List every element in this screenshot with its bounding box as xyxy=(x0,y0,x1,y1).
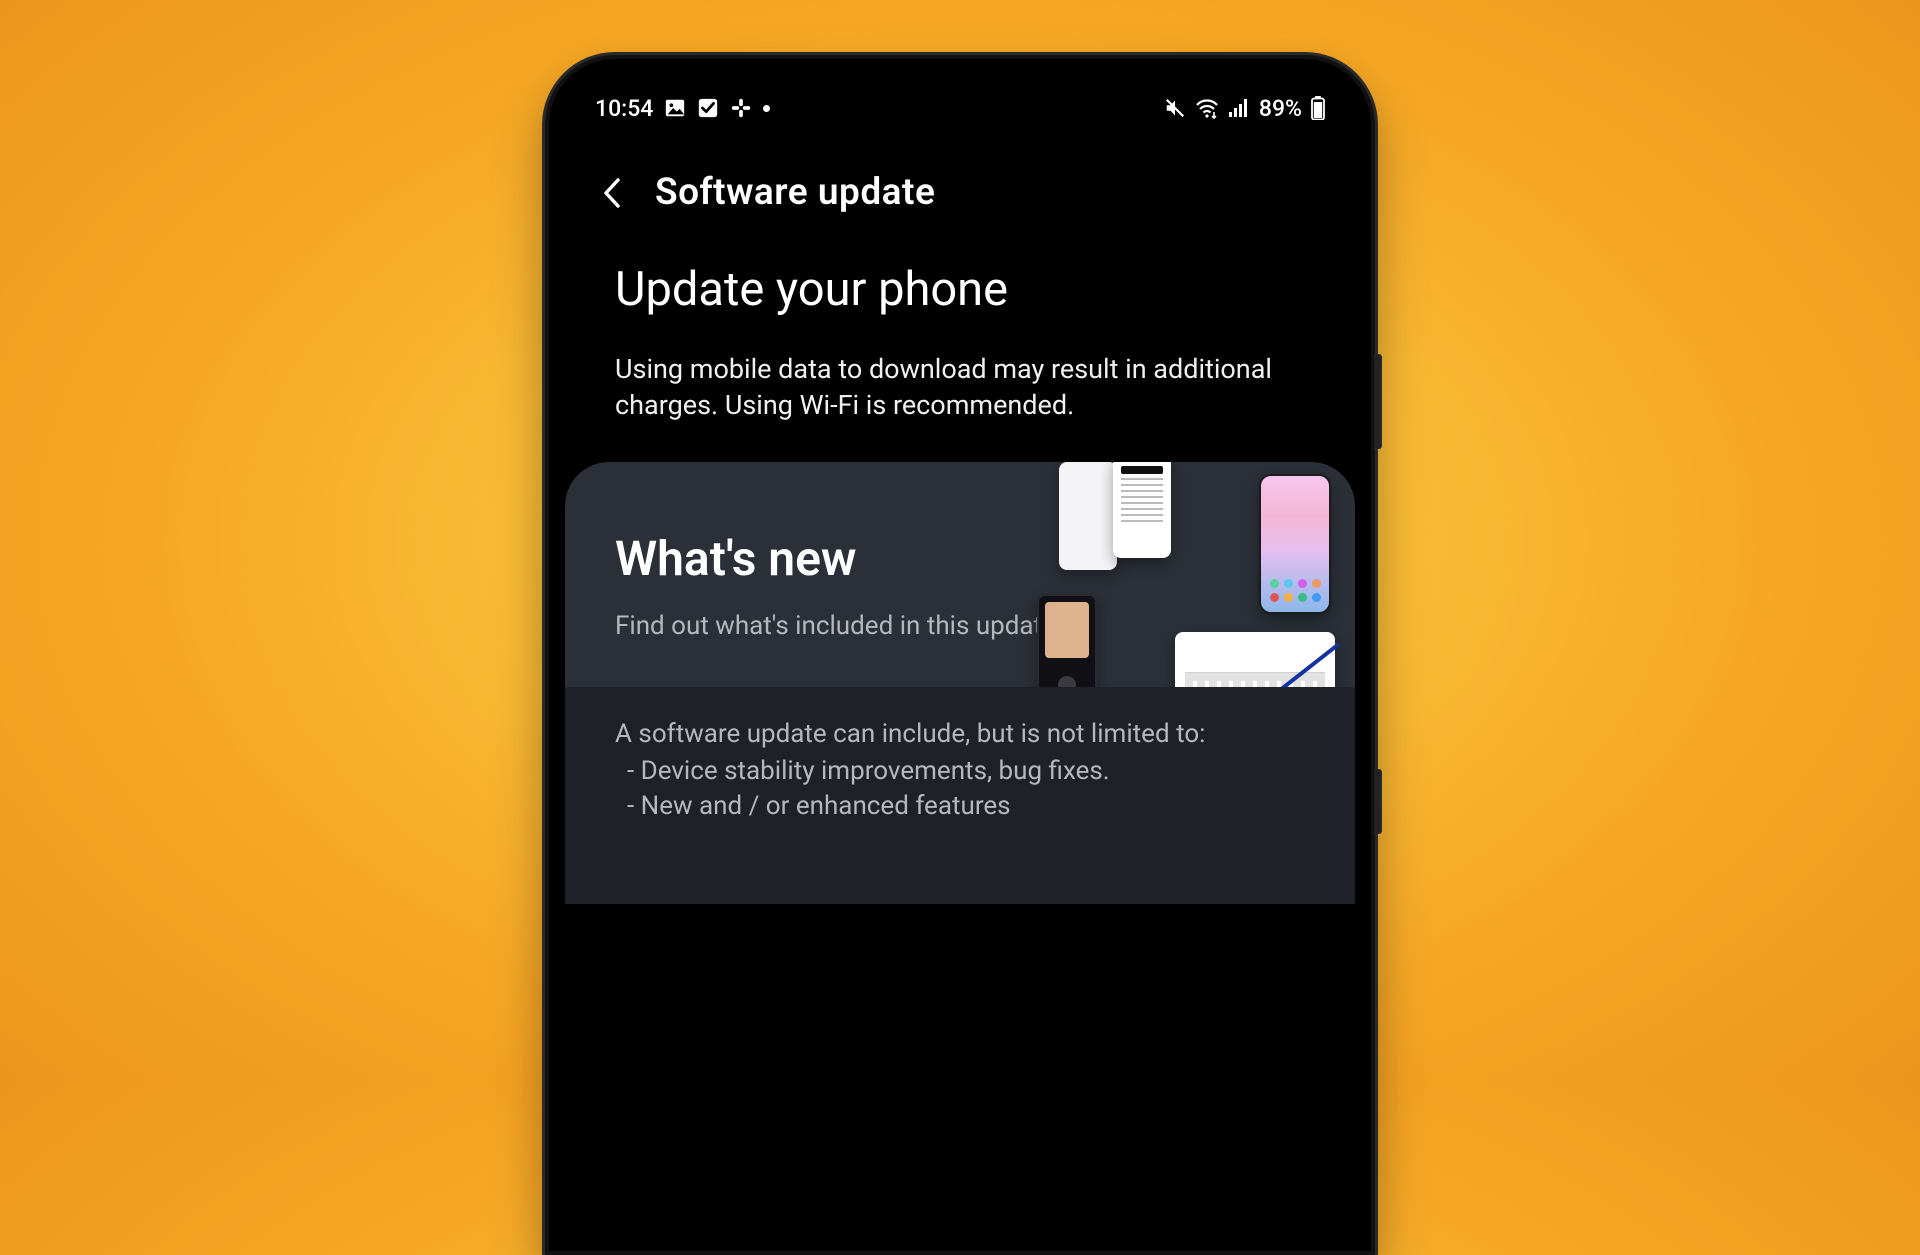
phone-frame: 10:54 xyxy=(545,55,1375,1255)
back-button[interactable] xyxy=(595,176,629,210)
wifi-icon xyxy=(1195,97,1219,119)
slack-icon xyxy=(730,97,752,119)
image-icon xyxy=(664,97,686,119)
whats-new-subtitle: Find out what's included in this update. xyxy=(615,611,1305,641)
status-bar-left: 10:54 xyxy=(595,95,770,122)
main-subtext: Using mobile data to download may result… xyxy=(615,351,1305,424)
whats-new-title: What's new xyxy=(615,530,1305,587)
battery-icon xyxy=(1311,96,1325,120)
checkbox-icon xyxy=(697,97,719,119)
physical-side-button xyxy=(1374,354,1382,449)
update-details: A software update can include, but is no… xyxy=(565,687,1355,904)
main-heading: Update your phone xyxy=(615,262,1305,317)
notification-dot-icon xyxy=(763,105,770,112)
physical-side-button xyxy=(1374,769,1382,834)
page-body: Update your phone Using mobile data to d… xyxy=(565,238,1355,904)
mute-icon xyxy=(1164,97,1186,119)
details-item: - Device stability improvements, bug fix… xyxy=(615,754,1305,789)
screen: 10:54 xyxy=(565,75,1355,1235)
details-lead: A software update can include, but is no… xyxy=(615,717,1305,752)
page-title: Software update xyxy=(655,171,935,214)
status-bar-right: 89% xyxy=(1164,95,1325,122)
signal-icon xyxy=(1228,98,1250,118)
battery-percent: 89% xyxy=(1259,95,1302,122)
chevron-left-icon xyxy=(601,176,623,210)
status-bar: 10:54 xyxy=(565,75,1355,131)
whats-new-card[interactable]: What's new Find out what's included in t… xyxy=(565,462,1355,687)
status-time: 10:54 xyxy=(595,95,653,122)
page-header: Software update xyxy=(565,131,1355,238)
details-item: - New and / or enhanced features xyxy=(615,789,1305,824)
